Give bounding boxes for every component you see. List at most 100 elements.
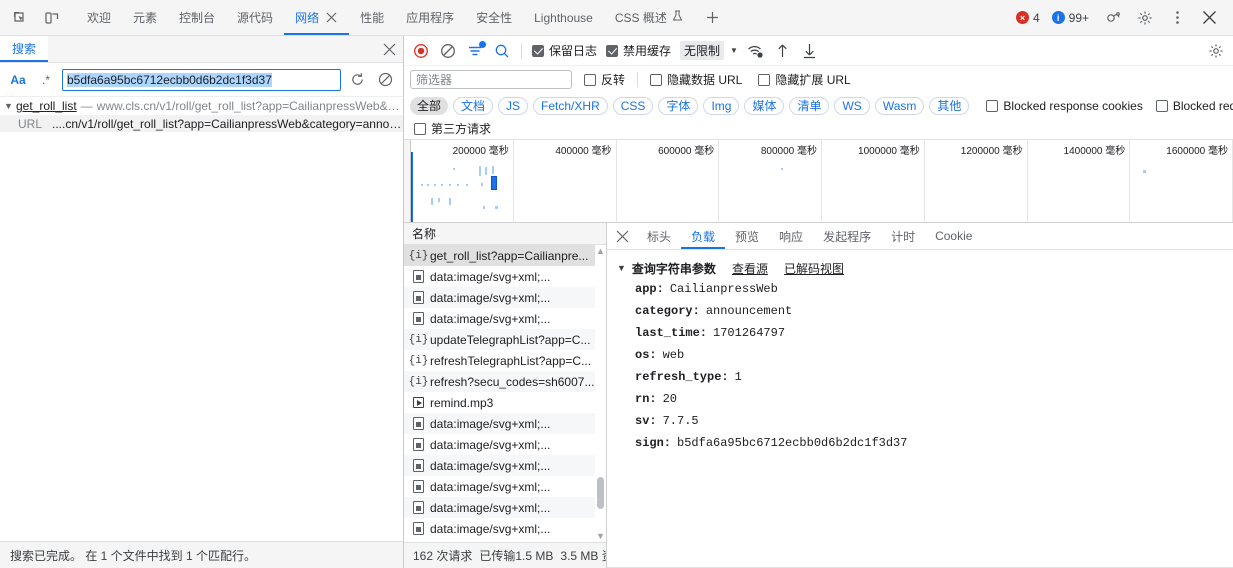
tab-application[interactable]: 应用程序 (395, 0, 465, 35)
table-row[interactable]: remind.mp3 (404, 392, 606, 413)
tab-network[interactable]: 网络 (284, 0, 350, 35)
type-filter-media[interactable]: 媒体 (744, 96, 785, 115)
request-list-scrollbar[interactable]: ▲ ▼ (595, 245, 606, 542)
type-filter-js[interactable]: JS (498, 96, 529, 115)
blocked-response-cookies-checkbox[interactable]: Blocked response cookies (982, 99, 1146, 113)
tab-elements[interactable]: 元素 (122, 0, 168, 35)
chip-label: 媒体 (752, 99, 777, 113)
type-filter-doc[interactable]: 文档 (453, 96, 494, 115)
type-filter-font[interactable]: 字体 (658, 96, 699, 115)
table-row[interactable]: data:image/svg+xml;... (404, 497, 606, 518)
search-result-file[interactable]: ▼ get_roll_list — www.cls.cn/v1/roll/get… (0, 97, 403, 115)
error-badge[interactable]: × 4 (1012, 9, 1044, 27)
invert-checkbox[interactable]: 反转 (580, 71, 629, 88)
tab-security[interactable]: 安全性 (465, 0, 523, 35)
type-filter-ws[interactable]: WS (834, 96, 870, 115)
tab-payload[interactable]: 负载 (681, 223, 726, 249)
type-filter-all[interactable]: 全部 (410, 96, 449, 115)
network-conditions-icon[interactable] (743, 39, 769, 63)
table-row[interactable]: data:image/svg+xml;... (404, 287, 606, 308)
view-source-link[interactable]: 查看源 (732, 260, 768, 277)
tab-lighthouse[interactable]: Lighthouse (523, 0, 604, 35)
tab-response[interactable]: 响应 (769, 223, 813, 249)
clear-icon[interactable] (373, 69, 397, 91)
gear-icon[interactable] (1131, 4, 1159, 32)
overview-canvas[interactable]: 200000 毫秒 400000 毫秒 600000 毫秒 800000 毫秒 … (411, 140, 1233, 222)
disable-cache-checkbox[interactable]: 禁用缓存 (602, 42, 675, 59)
inspect-element-icon[interactable] (6, 4, 34, 32)
filter-input[interactable] (410, 70, 572, 89)
more-options-icon[interactable] (1163, 4, 1191, 32)
close-icon[interactable] (325, 11, 338, 24)
close-details-icon[interactable] (607, 223, 637, 249)
regex-button[interactable]: .* (34, 69, 58, 91)
type-filter-css[interactable]: CSS (612, 96, 654, 115)
tab-search[interactable]: 搜索 (0, 36, 49, 62)
match-case-button[interactable]: Aa (6, 69, 30, 91)
hide-extension-urls-checkbox[interactable]: 隐藏扩展 URL (754, 71, 854, 88)
view-decoded-link[interactable]: 已解码视图 (784, 260, 844, 277)
import-har-icon[interactable] (770, 39, 796, 63)
device-toolbar-icon[interactable] (38, 4, 66, 32)
close-search-drawer-icon[interactable] (375, 36, 403, 62)
search-result-match[interactable]: URL ....cn/v1/roll/get_roll_list?app=Cai… (0, 115, 403, 132)
info-badge[interactable]: i 99+ (1048, 9, 1093, 27)
filter-icon[interactable] (462, 39, 488, 63)
record-button[interactable] (408, 39, 434, 63)
third-party-requests-checkbox[interactable]: 第三方请求 (410, 120, 495, 137)
table-row[interactable]: {i} refreshTelegraphList?app=C... (404, 350, 606, 371)
tab-console[interactable]: 控制台 (168, 0, 226, 35)
type-filter-manifest[interactable]: 清单 (789, 96, 830, 115)
table-row[interactable]: data:image/svg+xml;... (404, 434, 606, 455)
type-filter-other[interactable]: 其他 (929, 96, 970, 115)
tab-welcome[interactable]: 欢迎 (76, 0, 122, 35)
tab-performance[interactable]: 性能 (349, 0, 395, 35)
table-row[interactable]: data:image/svg+xml;... (404, 476, 606, 497)
tab-initiator[interactable]: 发起程序 (813, 223, 881, 249)
result-match-text: ....cn/v1/roll/get_roll_list?app=Cailian… (52, 116, 403, 131)
preserve-log-checkbox[interactable]: 保留日志 (528, 42, 601, 59)
table-row[interactable]: {i} updateTelegraphList?app=C... (404, 329, 606, 350)
chevron-down-icon[interactable]: ▼ (617, 263, 626, 273)
tab-css-overview[interactable]: CSS 概述 (604, 0, 694, 35)
table-row[interactable]: {i} get_roll_list?app=Cailianpre... (404, 245, 606, 266)
blocked-requests-checkbox[interactable]: Blocked requests (1152, 99, 1233, 113)
refresh-icon[interactable] (345, 69, 369, 91)
scroll-up-icon[interactable]: ▲ (596, 245, 605, 257)
table-row[interactable]: data:image/svg+xml;... (404, 518, 606, 539)
request-list-body[interactable]: {i} get_roll_list?app=Cailianpre... data… (404, 245, 606, 542)
table-row[interactable]: {i} refresh?secu_codes=sh6007... (404, 371, 606, 392)
tab-headers[interactable]: 标头 (637, 223, 681, 249)
type-filter-fetch-xhr[interactable]: Fetch/XHR (533, 96, 608, 115)
tab-timing[interactable]: 计时 (881, 223, 925, 249)
query-string-title[interactable]: 查询字符串参数 (632, 260, 716, 277)
search-input[interactable] (62, 68, 341, 91)
network-settings-gear-icon[interactable] (1203, 39, 1229, 63)
tab-preview[interactable]: 预览 (725, 223, 769, 249)
request-list-header[interactable]: 名称 (404, 223, 606, 245)
table-row[interactable]: data:image/svg+xml;... (404, 413, 606, 434)
tab-cookies[interactable]: Cookie (925, 223, 982, 249)
table-row[interactable]: data:image/svg+xml;... (404, 266, 606, 287)
type-filter-img[interactable]: Img (703, 96, 740, 115)
tab-sources[interactable]: 源代码 (226, 0, 284, 35)
overview-request-dot (457, 184, 459, 186)
table-row[interactable]: data:image/svg+xml;... (404, 308, 606, 329)
chevron-down-icon[interactable]: ▼ (4, 101, 16, 111)
throttling-dropdown[interactable]: 无限制 ▼ (676, 39, 742, 62)
scroll-down-icon[interactable]: ▼ (596, 530, 605, 542)
request-name: data:image/svg+xml;... (430, 437, 551, 452)
type-filter-wasm[interactable]: Wasm (874, 96, 925, 115)
hide-data-urls-checkbox[interactable]: 隐藏数据 URL (646, 71, 746, 88)
search-status-bar: 搜索已完成。 在 1 个文件中找到 1 个匹配行。 (0, 541, 403, 568)
network-overview-timeline[interactable]: 200000 毫秒 400000 毫秒 600000 毫秒 800000 毫秒 … (404, 140, 1233, 223)
devices-cloud-icon[interactable] (1099, 4, 1127, 32)
table-row[interactable]: data:image/svg+xml;... (404, 455, 606, 476)
search-icon[interactable] (489, 39, 515, 63)
close-devtools-icon[interactable] (1195, 4, 1223, 32)
more-tabs-button[interactable] (700, 5, 726, 31)
param-key: sv: (635, 414, 657, 428)
export-har-icon[interactable] (797, 39, 823, 63)
scrollbar-thumb[interactable] (597, 477, 604, 509)
clear-network-log-icon[interactable] (435, 39, 461, 63)
